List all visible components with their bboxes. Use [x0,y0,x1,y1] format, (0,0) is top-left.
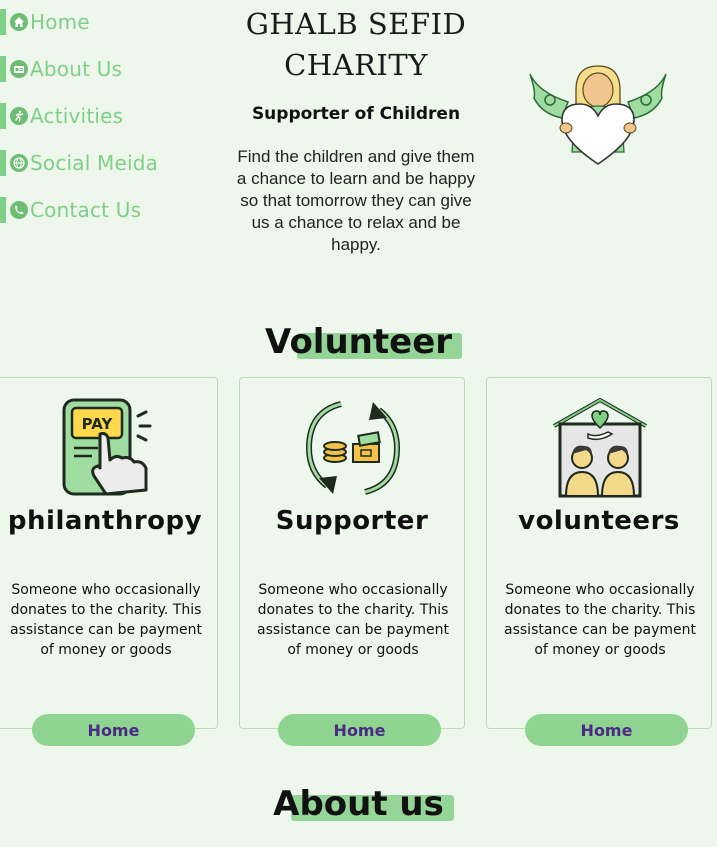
card-supporter: Supporter Someone who occasionally donat… [239,377,465,746]
home-icon [10,13,28,31]
money-exchange-icon [305,401,401,495]
nav-item-label: About Us [30,57,123,81]
pay-tap-icon: PAY [62,398,152,496]
nav-item-contact-us[interactable]: Contact Us [0,197,141,223]
nav-item-label: Home [30,10,90,34]
card-description: Someone who occasionally donates to the … [504,582,696,658]
globe-icon [10,154,28,172]
hero-description: Find the children and give them a chance… [236,147,476,254]
nav-indicator [0,9,6,35]
id-card-icon [10,60,28,78]
about-us-heading: About us [273,784,454,824]
nav-item-label: Social Meida [30,151,159,175]
card-title: volunteers [518,506,680,536]
nav-item-home[interactable]: Home [0,9,90,35]
tagline: Supporter of Children [251,104,461,124]
nav-item-label: Contact Us [30,198,142,222]
card-description: Someone who occasionally donates to the … [10,582,202,658]
phone-icon [10,201,28,219]
card-title: Supporter [275,506,429,536]
nav-item-activities[interactable]: Activities [0,103,123,129]
running-icon [10,107,28,125]
nav-indicator [0,103,6,129]
card-philanthropy: PAY philanthropy Someone who occasionall… [0,377,218,746]
volunteer-heading: Volunteer [264,322,463,362]
card-description: Someone who occasionally donates to the … [257,582,449,658]
card-home-button[interactable]: Home [278,714,441,746]
angel-heart-icon [529,65,667,165]
nav-indicator [0,56,6,82]
card-home-button[interactable]: Home [525,714,688,746]
nav-item-about-us[interactable]: About Us [0,56,122,82]
nav-item-label: Activities [30,104,124,128]
card-home-button[interactable]: Home [32,714,195,746]
nav-indicator [0,197,6,223]
nav-indicator [0,150,6,176]
nav-item-social-media[interactable]: Social Meida [0,150,158,176]
svg-text:PAY: PAY [82,415,114,433]
people-house-icon [553,398,647,498]
site-title: GHALB SEFID CHARITY [245,7,467,82]
card-volunteers: volunteers Someone who occasionally dona… [486,377,712,746]
card-title: philanthropy [7,506,203,536]
